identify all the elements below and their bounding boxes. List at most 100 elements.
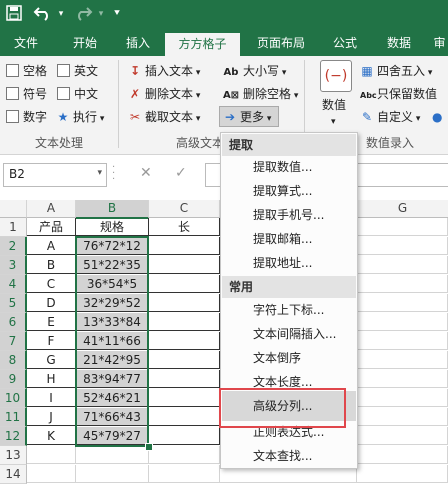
dot-icon[interactable]: ● — [432, 109, 442, 125]
more-button[interactable]: ➔ 更多 ▾ — [219, 106, 279, 127]
extract-text-button[interactable]: ✂ 截取文本 ▾ — [128, 109, 200, 127]
cell[interactable] — [357, 351, 448, 369]
save-icon[interactable] — [6, 5, 22, 23]
cell[interactable] — [149, 294, 220, 312]
cell-spec[interactable]: 83*94*77 — [76, 370, 149, 388]
row-header[interactable]: 7 — [0, 332, 27, 351]
column-header-g[interactable]: G — [357, 200, 448, 218]
undo-icon[interactable] — [32, 5, 54, 23]
cell-spec[interactable] — [76, 465, 149, 483]
cell-product[interactable]: H — [27, 370, 76, 388]
cell[interactable] — [149, 389, 220, 407]
checkbox-space[interactable]: 空格 — [6, 63, 47, 79]
row-header[interactable]: 13 — [0, 446, 27, 465]
cell-spec[interactable]: 32*29*52 — [76, 294, 149, 312]
checkbox-number[interactable]: 数字 — [6, 109, 47, 125]
cell[interactable] — [357, 275, 448, 293]
column-header-c[interactable]: C — [149, 200, 220, 218]
cell-product[interactable] — [27, 465, 76, 483]
cell[interactable] — [149, 256, 220, 274]
cell[interactable] — [149, 275, 220, 293]
cell-spec[interactable]: 51*22*35 — [76, 256, 149, 274]
cell[interactable] — [357, 427, 448, 445]
cell[interactable] — [149, 313, 220, 331]
cell[interactable]: 长 — [149, 218, 220, 236]
cell[interactable] — [357, 370, 448, 388]
row-header[interactable]: 4 — [0, 275, 27, 294]
tab-page-layout[interactable]: 页面布局 — [248, 30, 314, 56]
row-header[interactable]: 2 — [0, 237, 27, 256]
cell[interactable] — [149, 465, 220, 483]
menu-item-extract-email[interactable]: 提取邮箱... — [253, 231, 312, 247]
cell[interactable] — [149, 408, 220, 426]
case-button[interactable]: Ab 大小写 ▾ — [222, 63, 287, 81]
cell-product[interactable]: F — [27, 332, 76, 350]
customize-quick-access-icon[interactable]: ⯆ — [110, 5, 124, 23]
drag-handle-icon[interactable]: · · · — [112, 163, 115, 185]
value-button[interactable]: 数值 — [322, 97, 346, 113]
checkbox-chinese[interactable]: 中文 — [57, 86, 98, 102]
custom-button[interactable]: ✎ 自定义 ▾ — [360, 109, 420, 127]
checkbox-symbol[interactable]: 符号 — [6, 86, 47, 102]
row-header[interactable]: 10 — [0, 389, 27, 408]
checkbox-box[interactable] — [6, 64, 19, 77]
cell-spec[interactable]: 76*72*12 — [76, 237, 149, 255]
cell-product[interactable]: B — [27, 256, 76, 274]
cell-spec[interactable]: 36*54*5 — [76, 275, 149, 293]
menu-item-extract-phone[interactable]: 提取手机号... — [253, 207, 324, 223]
cell-spec[interactable] — [76, 446, 149, 464]
redo-icon[interactable] — [72, 5, 94, 23]
cell[interactable] — [357, 313, 448, 331]
cell-product[interactable]: D — [27, 294, 76, 312]
cell[interactable] — [149, 237, 220, 255]
cell-product[interactable]: I — [27, 389, 76, 407]
cell-spec[interactable]: 13*33*84 — [76, 313, 149, 331]
cell-spec[interactable]: 21*42*95 — [76, 351, 149, 369]
menu-item-extract-number[interactable]: 提取数值... — [253, 159, 312, 175]
redo-dropdown-icon[interactable]: ▾ — [96, 5, 106, 23]
cell[interactable] — [357, 389, 448, 407]
cell-spec[interactable]: 41*11*66 — [76, 332, 149, 350]
row-header[interactable]: 5 — [0, 294, 27, 313]
cancel-icon[interactable]: ✕ — [140, 165, 152, 181]
cell-product[interactable]: A — [27, 237, 76, 255]
column-header-b[interactable]: B — [76, 200, 149, 219]
checkbox-box[interactable] — [6, 87, 19, 100]
menu-item-extract-address[interactable]: 提取地址... — [253, 255, 312, 271]
cell[interactable] — [357, 256, 448, 274]
fill-handle[interactable] — [145, 443, 153, 451]
checkbox-english[interactable]: 英文 — [57, 63, 98, 79]
delete-text-button[interactable]: ✗ 删除文本 ▾ — [128, 86, 200, 104]
tab-insert[interactable]: 插入 — [115, 30, 161, 56]
row-header[interactable]: 1 — [0, 218, 27, 237]
row-header[interactable]: 11 — [0, 408, 27, 427]
delete-space-button[interactable]: A⊠ 删除空格 ▾ — [222, 86, 298, 104]
checkbox-box[interactable] — [57, 87, 70, 100]
cell[interactable] — [357, 294, 448, 312]
cell[interactable] — [357, 237, 448, 255]
cell[interactable] — [149, 332, 220, 350]
tab-file[interactable]: 文件 — [3, 30, 49, 56]
cell-product[interactable]: K — [27, 427, 76, 445]
cell-product[interactable]: J — [27, 408, 76, 426]
cell-spec[interactable]: 规格 — [76, 218, 149, 236]
menu-item-text-find[interactable]: 文本查找... — [253, 448, 312, 464]
tab-review[interactable]: 审 — [431, 30, 448, 56]
row-header[interactable]: 9 — [0, 370, 27, 389]
keep-value-button[interactable]: Abc只保留数值 — [360, 86, 437, 104]
tab-home[interactable]: 开始 — [62, 30, 108, 56]
cell[interactable] — [357, 218, 448, 236]
cell-spec[interactable]: 45*79*27 — [76, 427, 149, 445]
cell[interactable] — [149, 351, 220, 369]
cell-spec[interactable]: 71*66*43 — [76, 408, 149, 426]
cell-product[interactable]: 产品 — [27, 218, 76, 236]
cell-product[interactable] — [27, 446, 76, 464]
cell[interactable] — [149, 446, 220, 464]
tab-formulas[interactable]: 公式 — [324, 30, 366, 56]
cell[interactable] — [149, 370, 220, 388]
cell[interactable] — [357, 408, 448, 426]
row-header[interactable]: 14 — [0, 465, 27, 484]
menu-item-reverse[interactable]: 文本倒序 — [253, 350, 301, 366]
execute-button[interactable]: ★ 执行 ▾ — [56, 109, 105, 127]
confirm-icon[interactable]: ✓ — [175, 165, 187, 181]
